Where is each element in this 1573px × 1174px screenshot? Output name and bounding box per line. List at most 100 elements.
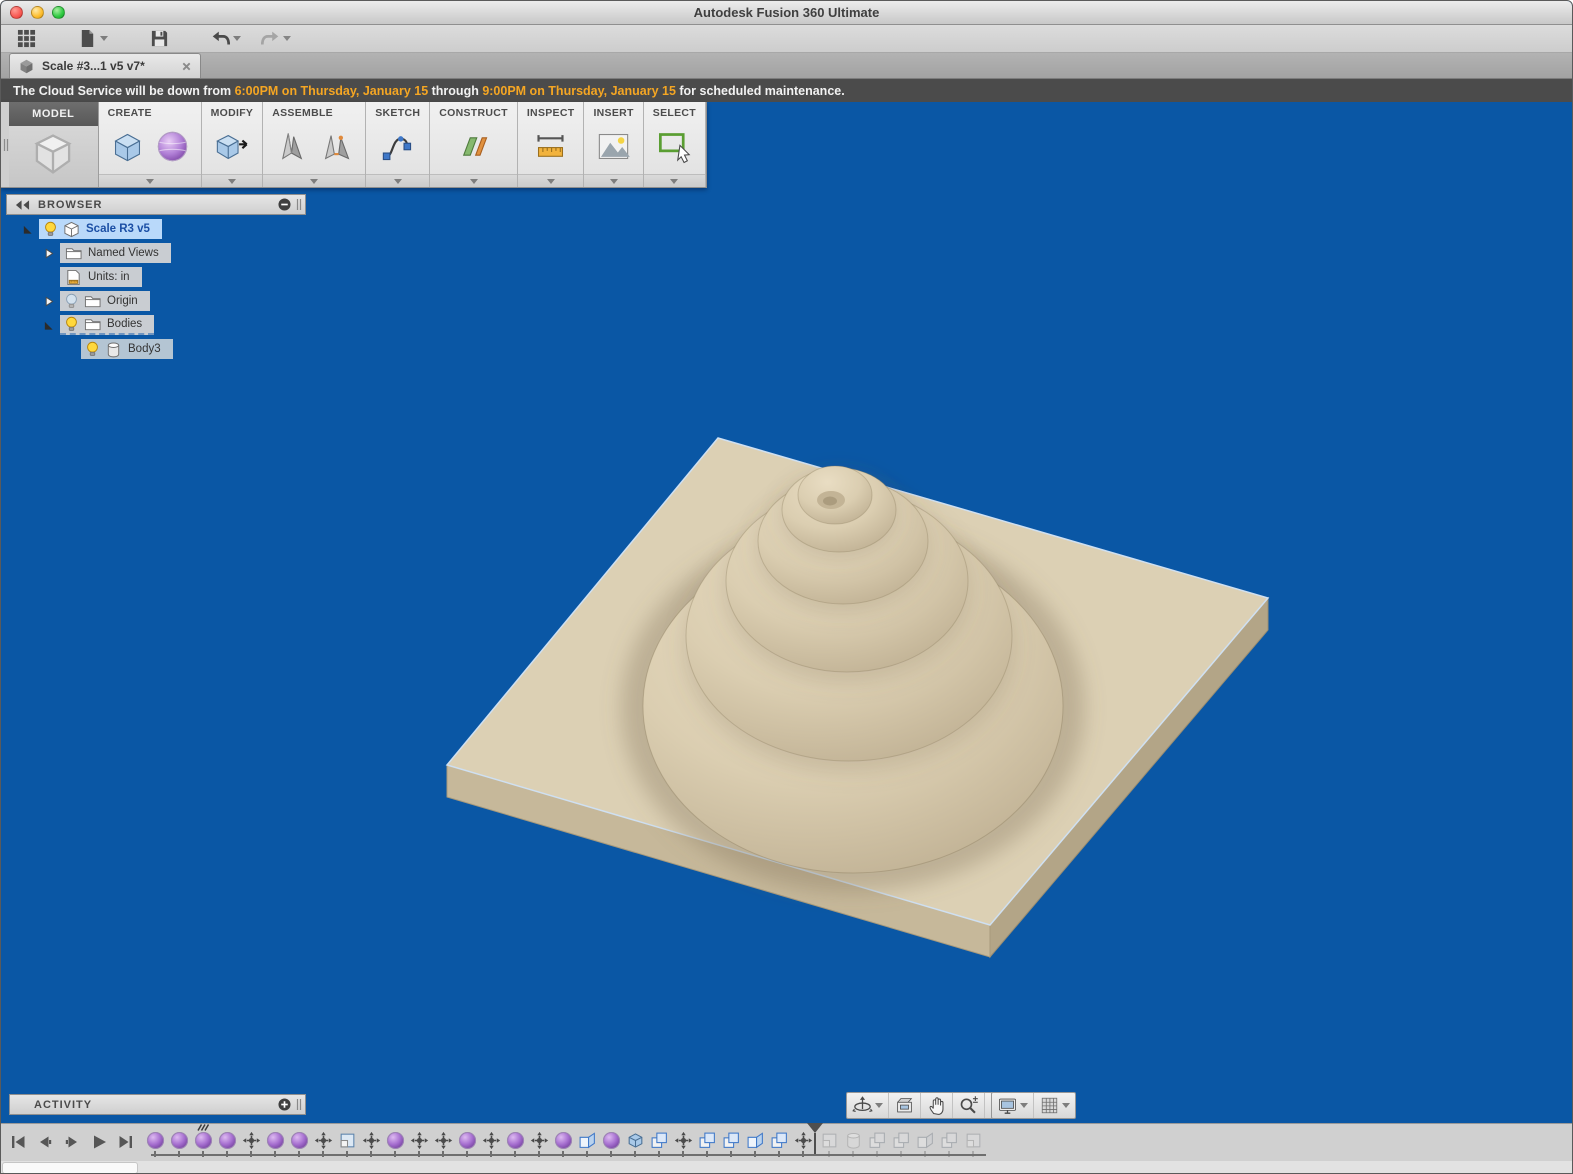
box-button[interactable] — [109, 128, 146, 165]
skip-end-button[interactable] — [115, 1130, 137, 1154]
tree-item-chip[interactable]: Scale R3 v5 — [39, 219, 162, 239]
form-feature-icon[interactable] — [551, 1129, 575, 1157]
duplicate-feature-icon-suppressed[interactable] — [865, 1129, 889, 1157]
scale-feature-icon-suppressed[interactable] — [961, 1129, 985, 1157]
step-forward-button[interactable] — [61, 1130, 83, 1154]
caret-down-icon[interactable] — [233, 36, 241, 41]
tree-row-scale-r3-v5[interactable]: Scale R3 v5 — [6, 219, 326, 239]
orbit-button[interactable] — [847, 1093, 889, 1118]
save-button[interactable] — [144, 26, 175, 51]
box-feature-icon[interactable] — [623, 1129, 647, 1157]
move-feature-icon[interactable] — [431, 1129, 455, 1157]
workspace-tile[interactable] — [9, 126, 98, 187]
bulb-on-icon[interactable] — [65, 316, 78, 333]
pan-button[interactable] — [921, 1093, 953, 1118]
form-feature-icon[interactable] — [215, 1129, 239, 1157]
press-pull-button[interactable] — [213, 128, 250, 165]
move-feature-icon[interactable] — [479, 1129, 503, 1157]
timeline-scrollbar[interactable] — [1, 1161, 1572, 1173]
model-body3[interactable] — [445, 437, 1270, 959]
document-tab[interactable]: Scale #3...1 v5 v7* — [9, 53, 201, 78]
display-settings-button[interactable] — [992, 1093, 1034, 1118]
minus-circle-icon[interactable] — [278, 198, 296, 211]
close-window-button[interactable] — [10, 6, 23, 19]
move-feature-icon[interactable] — [407, 1129, 431, 1157]
tree-row-bodies[interactable]: Bodies — [6, 315, 326, 335]
browser-panel-header[interactable]: BROWSER — [6, 194, 306, 215]
tab-close-icon[interactable] — [181, 61, 192, 72]
form-feature-icon[interactable] — [503, 1129, 527, 1157]
ribbon-group-dropdown[interactable] — [430, 174, 517, 187]
form-feature-icon[interactable] — [143, 1129, 167, 1157]
select-button[interactable] — [656, 128, 693, 165]
collapse-panel-icon[interactable] — [15, 199, 30, 210]
combine-feature-icon-suppressed[interactable] — [913, 1129, 937, 1157]
panel-grip-icon[interactable] — [296, 1098, 305, 1111]
tree-row-named-views[interactable]: Named Views — [6, 243, 326, 263]
move-feature-icon[interactable] — [359, 1129, 383, 1157]
joint-button[interactable] — [318, 128, 355, 165]
expander-collapsed-icon[interactable] — [41, 248, 55, 259]
move-feature-icon[interactable] — [671, 1129, 695, 1157]
expander-collapsed-icon[interactable] — [41, 296, 55, 307]
caret-down-icon[interactable] — [875, 1103, 883, 1108]
tree-item-chip[interactable]: Bodies — [60, 315, 155, 335]
caret-down-icon[interactable] — [283, 36, 291, 41]
caret-down-icon[interactable] — [1062, 1103, 1070, 1108]
ribbon-group-dropdown[interactable] — [98, 174, 201, 187]
duplicate-feature-icon[interactable] — [647, 1129, 671, 1157]
scale-feature-icon[interactable] — [335, 1129, 359, 1157]
tree-item-chip[interactable]: Named Views — [60, 243, 171, 263]
tree-item-chip[interactable]: Body3 — [81, 339, 173, 359]
ribbon-group-dropdown[interactable] — [366, 174, 430, 187]
caret-down-icon[interactable] — [100, 36, 108, 41]
cylinder-feature-icon-suppressed[interactable] — [841, 1129, 865, 1157]
play-button[interactable] — [88, 1130, 110, 1154]
caret-down-icon[interactable] — [1020, 1103, 1028, 1108]
form-feature-icon[interactable] — [263, 1129, 287, 1157]
duplicate-feature-icon-suppressed[interactable] — [889, 1129, 913, 1157]
move-feature-icon[interactable] — [527, 1129, 551, 1157]
app-grid-button[interactable] — [11, 26, 42, 51]
form-sphere-button[interactable] — [154, 128, 191, 165]
form-feature-icon[interactable] — [599, 1129, 623, 1157]
measure-button[interactable] — [532, 128, 569, 165]
move-feature-icon[interactable] — [311, 1129, 335, 1157]
look-at-button[interactable] — [889, 1093, 921, 1118]
construct-plane-button[interactable] — [455, 128, 492, 165]
insert-image-button[interactable] — [595, 128, 632, 165]
grid-settings-button[interactable] — [1034, 1093, 1075, 1118]
form-feature-icon[interactable] — [287, 1129, 311, 1157]
ribbon-group-dropdown[interactable] — [643, 174, 705, 187]
tree-item-chip[interactable]: Units: in — [60, 267, 142, 287]
form-feature-icon[interactable] — [383, 1129, 407, 1157]
duplicate-feature-icon[interactable] — [767, 1129, 791, 1157]
3d-viewport[interactable]: MODEL CREATE MODIFY ASSEMBLE SKETCH CONSTRUC… — [1, 102, 1572, 1173]
bulb-on-icon[interactable] — [86, 341, 99, 358]
activity-panel-header[interactable]: ACTIVITY — [9, 1094, 306, 1115]
tree-row-body3[interactable]: Body3 — [6, 339, 326, 359]
combine-feature-icon[interactable] — [575, 1129, 599, 1157]
zoom-button[interactable] — [953, 1093, 985, 1118]
timeline-scroll-thumb[interactable] — [2, 1162, 138, 1173]
toolbar-grip-icon[interactable] — [3, 138, 9, 157]
form-feature-icon[interactable] — [455, 1129, 479, 1157]
form-feature-icon[interactable] — [191, 1124, 215, 1157]
minimize-window-button[interactable] — [31, 6, 44, 19]
file-button[interactable] — [72, 26, 114, 51]
duplicate-feature-icon-suppressed[interactable] — [937, 1129, 961, 1157]
bulb-on-icon[interactable] — [44, 221, 57, 238]
redo-button[interactable] — [255, 26, 297, 51]
spline-button[interactable] — [379, 128, 416, 165]
tree-row-units-in[interactable]: Units: in — [6, 267, 326, 287]
tree-row-origin[interactable]: Origin — [6, 291, 326, 311]
move-feature-icon[interactable] — [239, 1129, 263, 1157]
plus-circle-icon[interactable] — [278, 1098, 296, 1111]
undo-button[interactable] — [205, 26, 247, 51]
tree-item-chip[interactable]: Origin — [60, 291, 150, 311]
bulb-off-icon[interactable] — [65, 293, 78, 310]
skip-start-button[interactable] — [7, 1130, 29, 1154]
panel-grip-icon[interactable] — [296, 198, 305, 211]
expander-expanded-icon[interactable] — [41, 320, 55, 331]
timeline-playhead[interactable] — [807, 1123, 823, 1154]
